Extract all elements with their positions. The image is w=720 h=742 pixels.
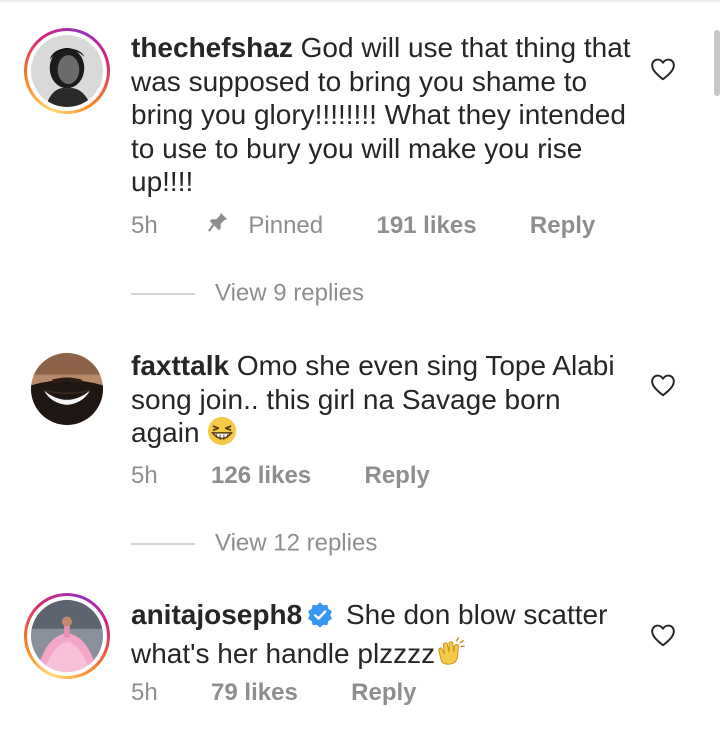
view-replies-label[interactable]: View 9 replies: [215, 280, 364, 307]
avatar-photo: [31, 353, 103, 425]
top-divider: [0, 0, 720, 2]
heart-outline-icon[interactable]: [650, 623, 676, 647]
avatar-photo: [31, 600, 103, 672]
comment-meta: 5h 126 likes Reply: [131, 461, 430, 490]
scrollbar[interactable]: [714, 30, 720, 96]
avatar-story-ring[interactable]: [24, 593, 110, 679]
likes-count[interactable]: 126 likes: [211, 462, 311, 490]
comment-time: 5h: [131, 461, 158, 489]
verified-badge-icon: [306, 601, 334, 637]
grinning-squinting-face-emoji: [207, 416, 237, 454]
pinned-label: Pinned: [248, 211, 324, 239]
view-replies-button[interactable]: View 12 replies: [131, 529, 377, 558]
comment-text: anitajoseph8 She don blow scatter what's…: [131, 598, 631, 674]
clapping-hands-emoji: [435, 636, 465, 675]
reply-button[interactable]: Reply: [364, 462, 429, 490]
comment-text: thechefshaz God will use that thing that…: [131, 31, 631, 199]
avatar[interactable]: [31, 600, 103, 672]
comment-meta: 5h 79 likes Reply: [131, 678, 417, 707]
heart-outline-icon[interactable]: [650, 373, 676, 397]
avatar-story-ring[interactable]: [24, 28, 110, 114]
avatar[interactable]: [31, 35, 103, 107]
avatar[interactable]: [31, 353, 103, 425]
comment-username[interactable]: anitajoseph8: [131, 599, 302, 630]
view-replies-label[interactable]: View 12 replies: [215, 530, 377, 557]
replies-line: [131, 292, 195, 295]
pin-icon: [207, 211, 229, 240]
comment-time: 5h: [131, 678, 158, 706]
heart-outline-icon[interactable]: [650, 57, 676, 81]
comment-username[interactable]: faxttalk: [131, 350, 229, 381]
likes-count[interactable]: 191 likes: [376, 212, 476, 240]
likes-count[interactable]: 79 likes: [211, 679, 298, 707]
replies-line: [131, 542, 195, 545]
avatar-photo: [31, 35, 103, 107]
comment-meta: 5h Pinned 191 likes Reply: [131, 211, 595, 240]
comment-text: faxttalk Omo she even sing Tope Alabi so…: [131, 349, 631, 454]
view-replies-button[interactable]: View 9 replies: [131, 279, 364, 308]
comment-username[interactable]: thechefshaz: [131, 32, 293, 63]
reply-button[interactable]: Reply: [530, 212, 595, 240]
reply-button[interactable]: Reply: [351, 679, 416, 707]
comment-time: 5h: [131, 211, 158, 239]
